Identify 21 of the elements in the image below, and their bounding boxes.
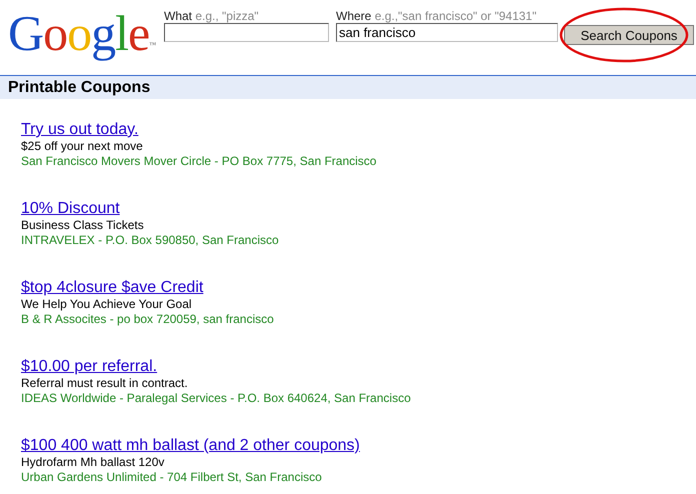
coupon-address: INTRAVELEX - P.O. Box 590850, San Francisco (21, 233, 280, 248)
coupon-title-link[interactable]: 10% Discount (21, 199, 120, 218)
where-label: Where e.g.,"san francisco" or "94131" (336, 9, 538, 23)
what-input-field[interactable] (164, 23, 329, 42)
coupon-description: We Help You Achieve Your Goal (21, 297, 193, 312)
where-input-field[interactable]: san francisco (336, 23, 558, 42)
coupon-address: IDEAS Worldwide - Paralegal Services - P.O. Box 640624, San Francisco (21, 391, 412, 406)
coupon-title-link[interactable]: Try us out today. (21, 120, 138, 139)
coupon-title-link[interactable]: $10.00 per referral. (21, 357, 158, 376)
coupon-description: $25 off your next move (21, 139, 144, 154)
coupon-description: Referral must result in contract. (21, 376, 189, 391)
coupon-description: Business Class Tickets (21, 218, 145, 233)
section-title: Printable Coupons (8, 78, 150, 96)
coupon-title-link[interactable]: $100 400 watt mh ballast (and 2 other coupons) (21, 436, 360, 455)
coupon-address: B & R Assocites - po box 720059, san francisco (21, 312, 275, 327)
what-label: What e.g., "pizza" (164, 9, 260, 23)
coupon-address: San Francisco Movers Mover Circle - PO Box 7775, San Francisco (21, 154, 378, 169)
search-coupons-button[interactable]: Search Coupons (564, 25, 694, 45)
coupon-address: Urban Gardens Unlimited - 704 Filbert St, San Francisco (21, 470, 323, 485)
coupon-description: Hydrofarm Mh ballast 120v (21, 455, 166, 470)
coupon-title-link[interactable]: $top 4closure $ave Credit (21, 278, 204, 297)
